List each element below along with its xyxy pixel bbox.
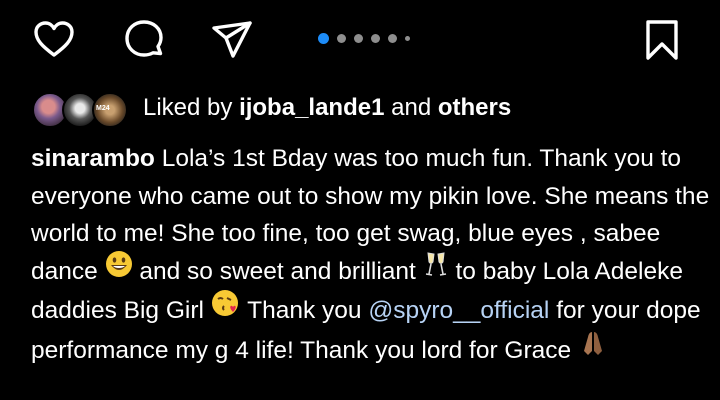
carousel-dot [388,33,397,43]
comment-icon [125,20,163,57]
champagne-glasses-icon [423,250,449,290]
paper-plane-icon [212,21,252,58]
liker-username[interactable]: ijoba_lande1 [239,94,384,121]
carousel-dot [371,33,380,43]
carousel-indicator [318,32,410,44]
likes-prefix: Liked by [143,94,240,121]
carousel-dot [354,33,363,43]
grinning-face-icon [105,250,133,290]
likes-others-link[interactable]: others [438,94,511,121]
caption-username[interactable]: sinarambo [31,145,155,172]
carousel-dot-active [318,32,329,44]
save-button[interactable] [640,18,684,62]
mention-link[interactable]: @spyro__official [368,297,549,324]
carousel-dot [337,33,346,43]
avatar-logo-text: M24 [96,105,110,112]
carousel-dot [405,35,410,41]
likes-row[interactable]: M24 Liked by ijoba_lande1 and others [32,88,511,128]
caption-text: Thank you [240,297,369,325]
likes-middle: and [384,94,438,121]
face-blowing-kiss-icon [211,289,241,329]
caption-text: and so sweet and brilliant [132,257,423,285]
like-button[interactable] [32,18,76,62]
folded-hands-icon [578,329,608,369]
bookmark-icon [646,20,678,60]
post-caption: sinarambo Lola’s 1st Bday was too much f… [31,140,711,371]
likes-summary: Liked by ijoba_lande1 and others [143,94,511,122]
liker-avatars[interactable]: M24 [32,88,130,128]
comment-button[interactable] [122,18,166,62]
post-action-bar [0,0,720,78]
heart-icon [34,21,74,57]
share-button[interactable] [210,18,254,62]
